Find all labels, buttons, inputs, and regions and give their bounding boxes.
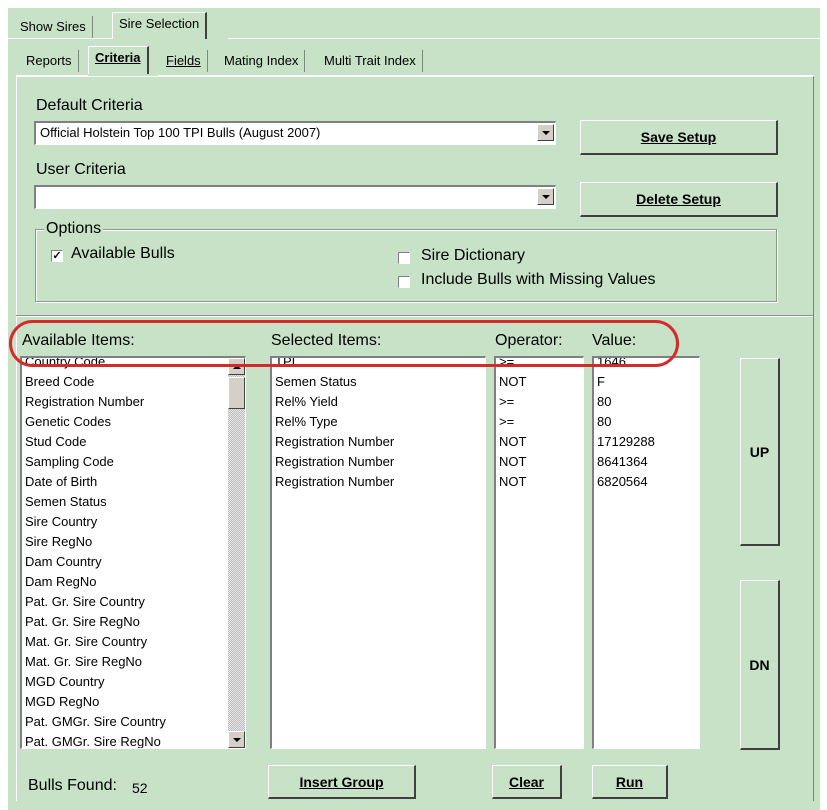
list-item[interactable]: Registration Number	[272, 432, 485, 452]
list-item[interactable]: >=	[496, 392, 583, 412]
user-criteria-dropdown[interactable]	[34, 185, 556, 209]
tab-fields[interactable]: Fields	[160, 50, 208, 72]
list-item[interactable]: Pat. Gr. Sire RegNo	[22, 612, 228, 632]
sire-dictionary-checkbox[interactable]	[398, 252, 410, 264]
scroll-down-icon[interactable]	[228, 731, 245, 748]
list-item[interactable]: 17129288	[594, 432, 699, 452]
bulls-found-label: Bulls Found:	[28, 777, 117, 794]
list-item[interactable]: MGD RegNo	[22, 692, 228, 712]
list-item[interactable]: Country Code	[22, 358, 228, 372]
run-button[interactable]: Run	[592, 765, 668, 799]
list-item[interactable]: Sire Country	[22, 512, 228, 532]
list-item[interactable]: Rel% Yield	[272, 392, 485, 412]
delete-setup-label: Delete Setup	[636, 191, 721, 207]
tab-mating-index[interactable]: Mating Index	[218, 50, 306, 72]
available-bulls-checkbox[interactable]: ✓	[51, 250, 63, 262]
list-item[interactable]: Rel% Type	[272, 412, 485, 432]
list-item[interactable]: NOT	[496, 432, 583, 452]
list-item[interactable]: Registration Number	[22, 392, 228, 412]
list-item[interactable]: 1646	[594, 358, 699, 372]
save-setup-label: Save Setup	[640, 129, 717, 145]
list-item[interactable]: Mat. Gr. Sire Country	[22, 632, 228, 652]
scroll-up-icon[interactable]	[228, 358, 245, 375]
clear-label: Clear	[508, 773, 545, 790]
move-up-button[interactable]: UP	[740, 358, 780, 546]
value-header: Value:	[592, 332, 637, 349]
available-bulls-label: Available Bulls	[71, 245, 175, 262]
chevron-down-icon[interactable]	[537, 188, 554, 205]
list-item[interactable]: MGD Country	[22, 672, 228, 692]
selected-items-list[interactable]: TPI Semen Status Rel% Yield Rel% Type Regist…	[270, 356, 486, 749]
list-item[interactable]: Semen Status	[22, 492, 228, 512]
list-item[interactable]: Stud Code	[22, 432, 228, 452]
list-item[interactable]: 80	[594, 392, 699, 412]
available-items-header: Available Items:	[22, 332, 135, 349]
bulls-found-count: 52	[132, 780, 148, 796]
tab-reports[interactable]: Reports	[20, 50, 79, 72]
options-group	[35, 229, 777, 302]
list-item[interactable]: Pat. Gr. Sire Country	[22, 592, 228, 612]
list-item[interactable]: NOT	[496, 472, 583, 492]
options-title: Options	[44, 220, 104, 238]
list-item[interactable]: Dam RegNo	[22, 572, 228, 592]
list-item[interactable]: Registration Number	[272, 452, 485, 472]
divider	[16, 315, 813, 317]
list-item[interactable]: Breed Code	[22, 372, 228, 392]
include-missing-checkbox[interactable]	[398, 276, 410, 288]
list-item[interactable]: F	[594, 372, 699, 392]
list-item[interactable]: TPI	[272, 358, 485, 372]
list-item[interactable]: 8641364	[594, 452, 699, 472]
insert-group-button[interactable]: Insert Group	[268, 765, 416, 799]
default-criteria-value: Official Holstein Top 100 TPI Bulls (Aug…	[40, 125, 321, 140]
sire-dictionary-label: Sire Dictionary	[421, 247, 526, 264]
list-item[interactable]: Sire RegNo	[22, 532, 228, 552]
tab-criteria[interactable]: Criteria	[88, 46, 149, 74]
include-missing-label: Include Bulls with Missing Values	[421, 271, 656, 288]
default-criteria-dropdown[interactable]: Official Holstein Top 100 TPI Bulls (Aug…	[34, 121, 556, 145]
list-item[interactable]: >=	[496, 358, 583, 372]
list-item[interactable]: Semen Status	[272, 372, 485, 392]
tab-multi-trait-index[interactable]: Multi Trait Index	[318, 50, 423, 72]
move-down-button[interactable]: DN	[740, 580, 780, 750]
default-criteria-label: Default Criteria	[36, 97, 143, 114]
delete-setup-button[interactable]: Delete Setup	[580, 182, 778, 217]
tab-show-sires[interactable]: Show Sires	[14, 16, 93, 38]
list-item[interactable]: Dam Country	[22, 552, 228, 572]
insert-group-label: Insert Group	[299, 773, 384, 790]
list-item[interactable]: 6820564	[594, 472, 699, 492]
available-items-list[interactable]: Country Code Breed Code Registration Numbe…	[20, 356, 246, 749]
list-item[interactable]: Pat. GMGr. Sire RegNo	[22, 732, 228, 748]
scrollbar[interactable]	[228, 358, 245, 748]
user-criteria-label: User Criteria	[36, 161, 126, 178]
list-item[interactable]: NOT	[496, 372, 583, 392]
run-label: Run	[615, 773, 644, 790]
operator-list[interactable]: >= NOT >= >= NOT NOT NOT	[494, 356, 584, 749]
tab-sire-selection[interactable]: Sire Selection	[112, 12, 208, 39]
tab-fields-label: Fields	[166, 53, 201, 68]
list-item[interactable]: NOT	[496, 452, 583, 472]
list-item[interactable]: Genetic Codes	[22, 412, 228, 432]
tab-criteria-label: Criteria	[95, 50, 141, 65]
operator-header: Operator:	[495, 332, 563, 349]
list-item[interactable]: 80	[594, 412, 699, 432]
clear-button[interactable]: Clear	[492, 765, 562, 799]
list-item[interactable]: Pat. GMGr. Sire Country	[22, 712, 228, 732]
list-item[interactable]: >=	[496, 412, 583, 432]
selected-items-header: Selected Items:	[271, 332, 382, 349]
list-item[interactable]: Date of Birth	[22, 472, 228, 492]
chevron-down-icon[interactable]	[537, 124, 554, 141]
list-item[interactable]: Mat. Gr. Sire RegNo	[22, 652, 228, 672]
value-list[interactable]: 1646 F 80 80 17129288 8641364 6820564	[592, 356, 700, 749]
scroll-thumb[interactable]	[228, 377, 245, 409]
list-item[interactable]: Sampling Code	[22, 452, 228, 472]
list-item[interactable]: Registration Number	[272, 472, 485, 492]
save-setup-button[interactable]: Save Setup	[580, 120, 778, 155]
